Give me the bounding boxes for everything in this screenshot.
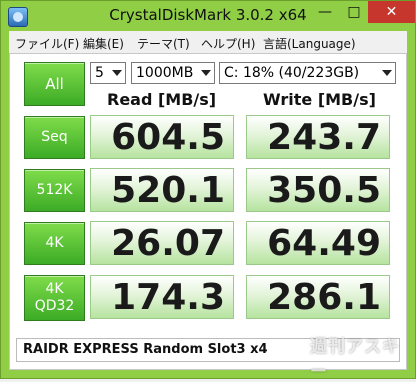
menu-file[interactable]: ファイル(F) [15, 35, 79, 52]
test-count-select[interactable]: 5 [90, 62, 126, 84]
write-column-header: Write [MB/s] [263, 90, 376, 109]
4k-button-label: 4K [45, 235, 64, 251]
menu-edit[interactable]: 編集(E) [83, 35, 124, 52]
seq-read-result: 604.5 [90, 115, 234, 159]
title-bar[interactable]: CrystalDiskMark 3.0.2 x64 — □ ✕ [1, 1, 415, 31]
4k-read-result: 26.07 [90, 221, 234, 265]
512k-button-label: 512K [36, 182, 73, 198]
test-size-select[interactable]: 1000MB [131, 62, 215, 84]
benchmark-panel: All 5 1000MB C: 18% (40/223GB) Read [MB/… [9, 53, 407, 370]
minimize-button[interactable]: — [310, 1, 340, 23]
all-button[interactable]: All [24, 62, 85, 106]
512k-write-result: 350.5 [246, 168, 390, 212]
drive-value: C: 18% (40/223GB) [224, 65, 360, 81]
seq-button-label: Seq [41, 129, 68, 145]
4k-qd32-read-result: 174.3 [90, 275, 234, 319]
4k-qd32-button-label-line2: QD32 [34, 298, 75, 314]
read-column-header: Read [MB/s] [107, 90, 217, 109]
drive-select[interactable]: C: 18% (40/223GB) [219, 62, 396, 84]
512k-button[interactable]: 512K [24, 169, 85, 212]
app-window: CrystalDiskMark 3.0.2 x64 — □ ✕ ファイル(F) … [0, 0, 416, 379]
4k-button[interactable]: 4K [24, 222, 85, 265]
publisher-watermark: 週刊アスキー [310, 337, 400, 382]
maximize-button[interactable]: □ [340, 1, 368, 23]
chevron-down-icon [201, 70, 211, 76]
4k-qd32-button-label-line1: 4K [45, 281, 64, 297]
chevron-down-icon [382, 70, 392, 76]
menu-language[interactable]: 言語(Language) [263, 35, 356, 52]
client-area: ファイル(F) 編集(E) テーマ(T) ヘルプ(H) 言語(Language)… [9, 31, 407, 370]
close-button[interactable]: ✕ [368, 1, 415, 23]
4k-qd32-write-result: 286.1 [246, 275, 390, 319]
test-count-value: 5 [95, 65, 104, 81]
seq-button[interactable]: Seq [24, 116, 85, 159]
menu-theme[interactable]: テーマ(T) [137, 35, 190, 52]
chevron-down-icon [112, 70, 122, 76]
test-size-value: 1000MB [136, 65, 194, 81]
512k-read-result: 520.1 [90, 168, 234, 212]
seq-write-result: 243.7 [246, 115, 390, 159]
4k-write-result: 64.49 [246, 221, 390, 265]
menu-help[interactable]: ヘルプ(H) [201, 35, 255, 52]
4k-qd32-button[interactable]: 4K QD32 [24, 275, 85, 321]
